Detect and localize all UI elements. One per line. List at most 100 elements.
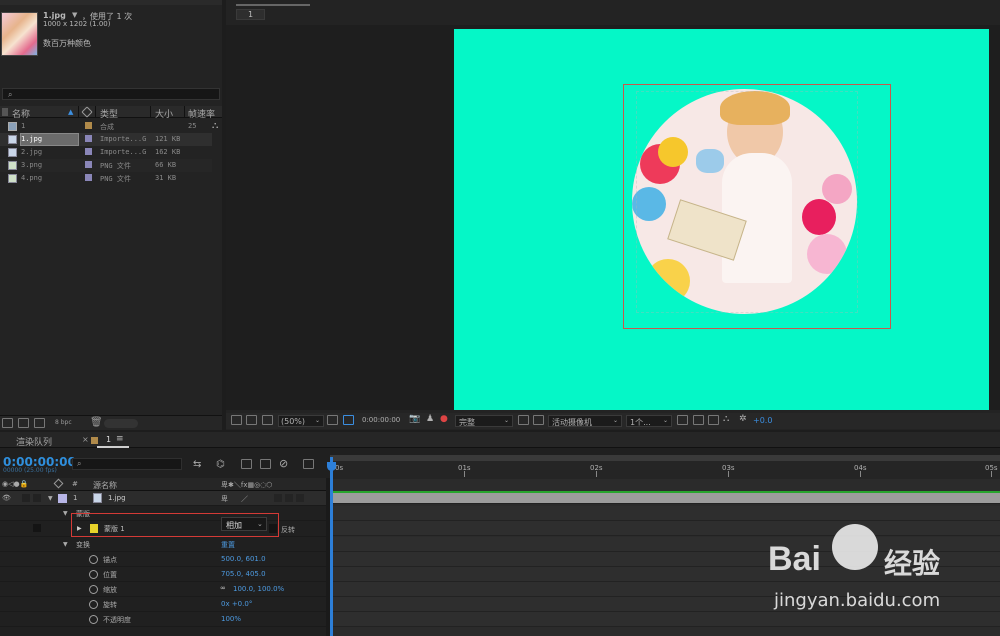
- reset-exposure-icon[interactable]: ✲: [739, 414, 747, 424]
- composition-timeline-tab[interactable]: 1: [106, 435, 111, 444]
- label-swatch[interactable]: [85, 161, 92, 168]
- property-value[interactable]: 100%: [221, 615, 241, 623]
- thumbnail-slider[interactable]: [104, 419, 138, 428]
- expand-arrow-icon[interactable]: ▼: [48, 495, 53, 502]
- always-preview-icon[interactable]: [231, 415, 242, 425]
- grid-icon[interactable]: [327, 415, 338, 425]
- solo-switch[interactable]: [22, 494, 30, 502]
- property-value[interactable]: 500.0, 601.0: [221, 555, 266, 563]
- comp-mini-flowchart-icon[interactable]: ⇆: [193, 459, 201, 470]
- current-time-indicator[interactable]: [330, 457, 333, 636]
- constrain-proportions-icon[interactable]: ∞: [220, 584, 226, 592]
- viewer-timecode[interactable]: 0:00:00:00: [362, 416, 400, 424]
- resolution-select[interactable]: 完整 ⌄: [455, 415, 513, 427]
- timeline-search-input[interactable]: ⌕: [72, 458, 182, 470]
- camera-snapshot-icon[interactable]: 📷: [409, 414, 420, 424]
- item-name: 3.png: [21, 161, 43, 169]
- color-channel-icon[interactable]: ●: [440, 414, 448, 424]
- time-ruler[interactable]: 0s 01s 02s 03s 04s 05s: [330, 455, 1000, 479]
- mask-visibility-icon[interactable]: [262, 415, 273, 425]
- expand-arrow-icon[interactable]: ▼: [63, 541, 68, 548]
- stopwatch-icon[interactable]: [89, 555, 98, 564]
- property-value[interactable]: 0x +0.0°: [221, 600, 252, 608]
- label-swatch[interactable]: [85, 174, 92, 181]
- region-of-interest-icon[interactable]: [518, 415, 529, 425]
- column-fps[interactable]: 帧速率: [188, 107, 215, 120]
- source-name-column[interactable]: 源名称: [93, 480, 117, 491]
- label-swatch[interactable]: [85, 148, 92, 155]
- project-item-row[interactable]: 3.png PNG 文件 66 KB: [0, 159, 212, 172]
- property-row[interactable]: 缩放 ∞ 100.0, 100.0%: [0, 582, 328, 597]
- new-composition-icon[interactable]: [34, 418, 45, 428]
- bpc-label[interactable]: 8 bpc: [55, 419, 72, 426]
- switch-box[interactable]: [285, 494, 293, 502]
- flowchart-icon[interactable]: ⛬: [212, 121, 218, 131]
- exposure-value[interactable]: +0.0: [753, 416, 772, 425]
- render-queue-tab[interactable]: 渲染队列: [16, 435, 52, 448]
- quality-switch-icon[interactable]: ／: [241, 494, 248, 504]
- layer-bounding-box[interactable]: [623, 84, 891, 329]
- reset-link[interactable]: 重置: [221, 540, 235, 550]
- project-item-row[interactable]: 1.jpg Importe...G 121 KB: [0, 133, 212, 146]
- sort-ascending-icon[interactable]: ▲: [68, 108, 73, 116]
- shy-layers-icon[interactable]: [241, 459, 252, 469]
- column-type[interactable]: 类型: [100, 107, 118, 120]
- trash-icon[interactable]: 🗑: [90, 417, 103, 428]
- composition-tab[interactable]: 1: [236, 9, 265, 20]
- property-row[interactable]: 不透明度 100%: [0, 612, 328, 627]
- monitor-icon[interactable]: [246, 415, 257, 425]
- stopwatch-icon[interactable]: [89, 600, 98, 609]
- draft-3d-icon[interactable]: ⌬: [216, 459, 225, 470]
- fast-preview-icon[interactable]: [693, 415, 704, 425]
- project-search-input[interactable]: ⌕: [2, 88, 220, 100]
- current-time-indicator-handle[interactable]: [327, 462, 336, 471]
- property-value[interactable]: 705.0, 405.0: [221, 570, 266, 578]
- transparency-grid-icon[interactable]: [343, 415, 354, 425]
- shy-switch-icon[interactable]: 卑: [221, 494, 228, 504]
- lock-switch[interactable]: [33, 524, 41, 532]
- dropdown-icon[interactable]: ▼: [72, 11, 77, 19]
- lock-switch[interactable]: [33, 494, 41, 502]
- interpret-footage-icon[interactable]: [2, 418, 13, 428]
- project-item-row[interactable]: 2.jpg Importe...G 162 KB: [0, 146, 212, 159]
- project-item-row[interactable]: 1 合成 25 ⛬: [0, 120, 218, 133]
- graph-editor-icon[interactable]: [303, 459, 314, 469]
- menu-icon[interactable]: ≡: [116, 434, 124, 444]
- stopwatch-icon[interactable]: [89, 615, 98, 624]
- toggle-pixel-aspect-icon[interactable]: [677, 415, 688, 425]
- property-name: 不透明度: [103, 616, 131, 624]
- layer-label-swatch[interactable]: [58, 494, 67, 503]
- label-swatch[interactable]: [85, 135, 92, 142]
- column-name[interactable]: 名称: [12, 107, 30, 120]
- asset-dimensions: 1000 x 1202 (1.00): [43, 20, 111, 28]
- frame-blending-icon[interactable]: [260, 459, 271, 469]
- views-select[interactable]: 1个... ⌄: [626, 415, 672, 427]
- label-swatch[interactable]: [85, 122, 92, 129]
- zoom-select[interactable]: (50%) ⌄: [278, 415, 324, 427]
- stopwatch-icon[interactable]: [89, 570, 98, 579]
- new-folder-icon[interactable]: [18, 418, 29, 428]
- layer-name[interactable]: 1.jpg: [108, 494, 126, 502]
- expand-arrow-icon[interactable]: ▼: [63, 510, 68, 517]
- transparency-toggle-icon[interactable]: [533, 415, 544, 425]
- camera-select[interactable]: 活动摄像机 ⌄: [548, 415, 622, 427]
- column-size[interactable]: 大小: [155, 107, 173, 120]
- property-group-row[interactable]: ▼ 变换 重置: [0, 537, 328, 552]
- motion-blur-icon[interactable]: ⊘: [279, 457, 288, 470]
- project-item-row[interactable]: 4.png PNG 文件 31 KB: [0, 172, 212, 185]
- show-snapshot-icon[interactable]: ♟: [426, 414, 434, 424]
- close-tab-icon[interactable]: ×: [82, 435, 89, 444]
- work-area-bar[interactable]: [330, 455, 1000, 461]
- layer-row[interactable]: 👁 ▼ 1 1.jpg 卑 ／: [0, 491, 328, 506]
- switch-box[interactable]: [296, 494, 304, 502]
- visibility-eye-icon[interactable]: 👁: [2, 494, 11, 502]
- layer-duration-bar[interactable]: [330, 491, 1000, 504]
- property-row[interactable]: 位置 705.0, 405.0: [0, 567, 328, 582]
- property-value[interactable]: 100.0, 100.0%: [233, 585, 284, 593]
- switch-box[interactable]: [274, 494, 282, 502]
- flowchart-icon[interactable]: ⛬: [723, 414, 729, 424]
- stopwatch-icon[interactable]: [89, 585, 98, 594]
- property-row[interactable]: 旋转 0x +0.0°: [0, 597, 328, 612]
- timeline-icon[interactable]: [708, 415, 719, 425]
- property-row[interactable]: 锚点 500.0, 601.0: [0, 552, 328, 567]
